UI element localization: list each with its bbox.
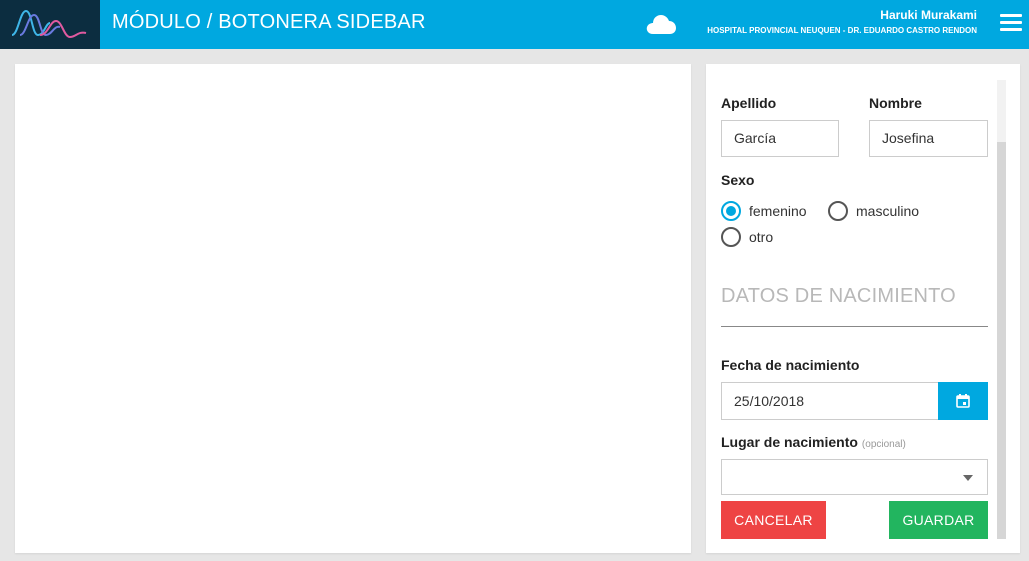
section-title: DATOS DE NACIMIENTO (721, 285, 956, 307)
radio-femenino[interactable]: femenino (721, 201, 807, 221)
cancel-button[interactable]: CANCELAR (721, 501, 826, 539)
user-name[interactable]: Haruki Murakami (880, 8, 977, 22)
scrollbar-thumb[interactable] (997, 142, 1006, 539)
chevron-down-icon (963, 475, 973, 481)
apellido-input[interactable]: García (721, 120, 839, 157)
radio-label: femenino (749, 203, 807, 219)
radio-otro[interactable]: otro (721, 227, 773, 247)
sexo-label: Sexo (721, 172, 755, 188)
cloud-icon[interactable] (645, 13, 677, 35)
optional-hint: (opcional) (861, 439, 906, 450)
calendar-icon (956, 394, 970, 408)
organization-name: HOSPITAL PROVINCIAL NEUQUEN - DR. EDUARD… (707, 26, 977, 35)
app-logo[interactable] (0, 0, 100, 49)
date-picker-button[interactable] (938, 382, 988, 420)
fecha-label: Fecha de nacimiento (721, 357, 860, 373)
hamburger-menu-icon[interactable] (1000, 14, 1022, 34)
radio-selected-icon (721, 201, 741, 221)
lugar-label: Lugar de nacimiento (opcional) (721, 434, 906, 450)
radio-masculino[interactable]: masculino (828, 201, 919, 221)
section-divider (721, 326, 988, 327)
page-title: MÓDULO / BOTONERA SIDEBAR (112, 11, 426, 33)
main-content-panel (15, 64, 691, 553)
nombre-input[interactable]: Josefina (869, 120, 988, 157)
heartbeat-wave-icon (11, 9, 87, 39)
radio-label: masculino (856, 203, 920, 219)
top-bar: MÓDULO / BOTONERA SIDEBAR Haruki Murakam… (0, 0, 1029, 49)
lugar-label-text: Lugar de nacimiento (721, 434, 858, 450)
radio-unselected-icon (721, 227, 741, 247)
sidebar-form-panel: Apellido García Nombre Josefina Sexo fem… (706, 64, 1020, 553)
radio-label: otro (749, 229, 774, 245)
fecha-input[interactable]: 25/10/2018 (721, 382, 939, 420)
apellido-label: Apellido (721, 95, 777, 111)
save-button[interactable]: GUARDAR (889, 501, 988, 539)
radio-unselected-icon (828, 201, 848, 221)
nombre-label: Nombre (869, 95, 922, 111)
lugar-select[interactable] (721, 459, 988, 495)
